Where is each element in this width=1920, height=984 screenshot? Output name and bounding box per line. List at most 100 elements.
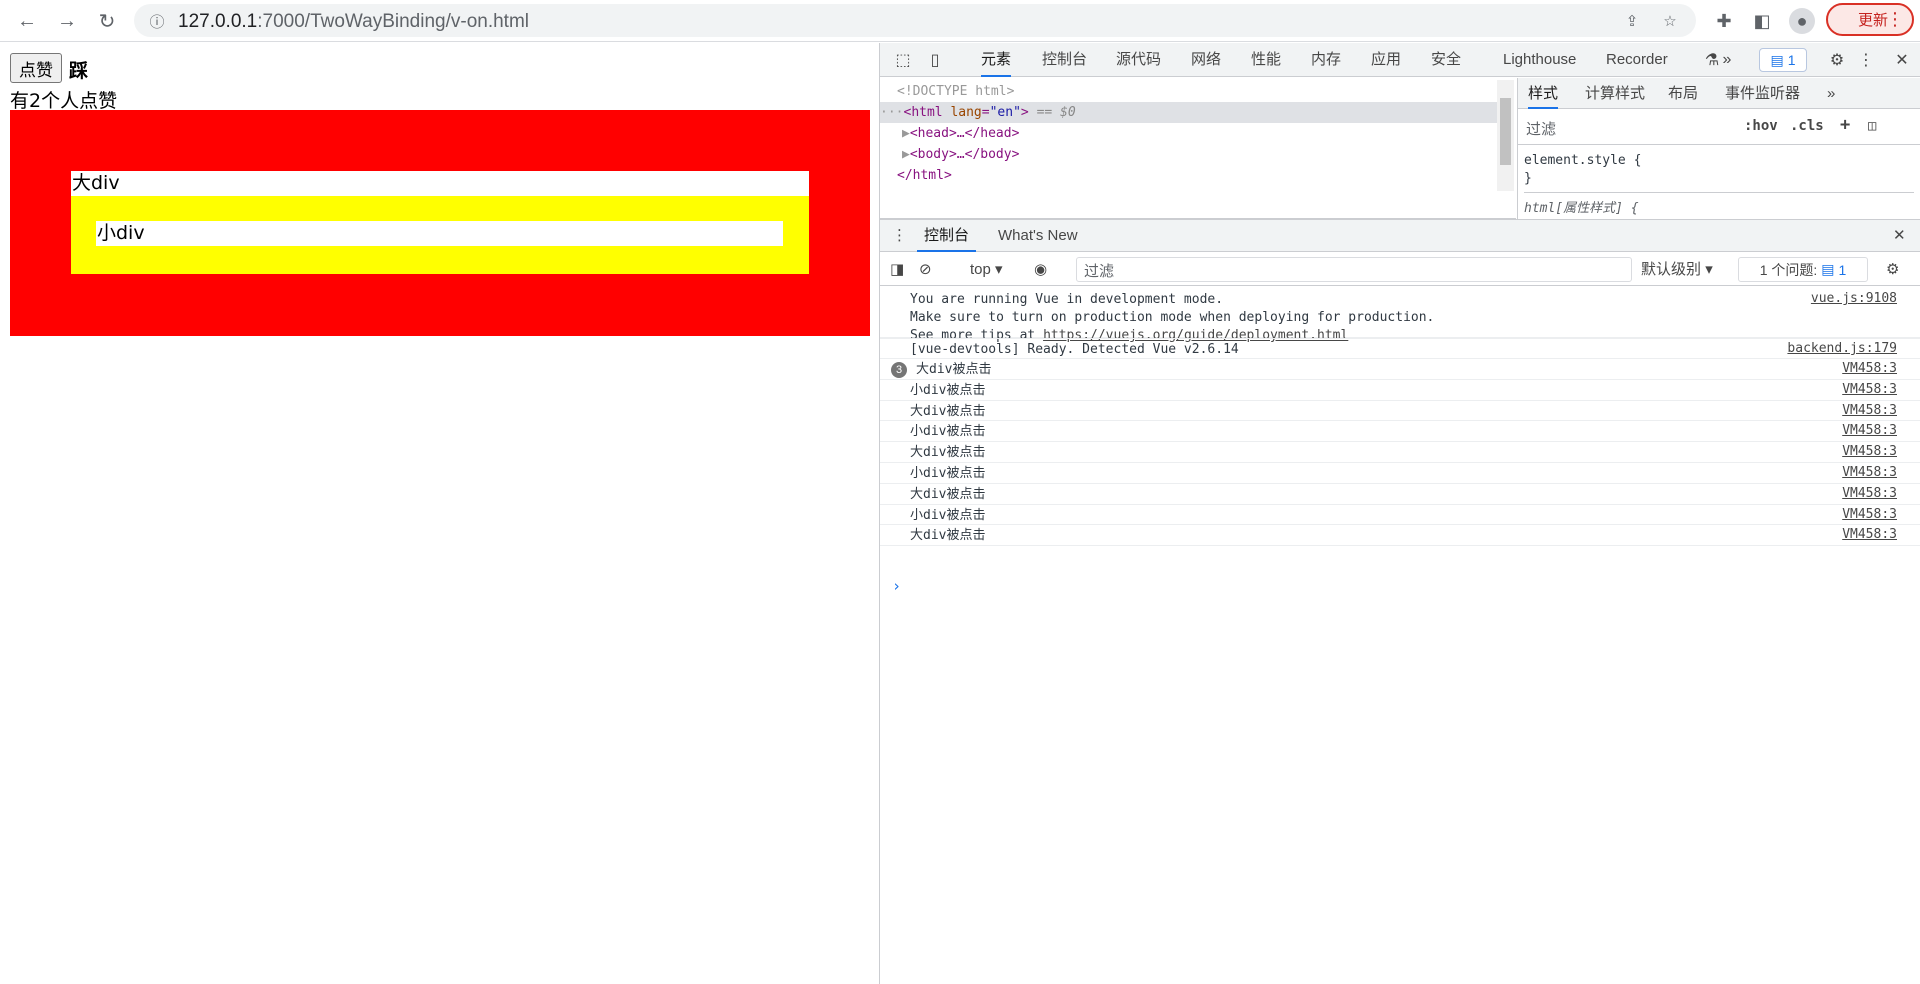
- message-icon: ▤: [1770, 51, 1784, 68]
- small-div[interactable]: 小div: [96, 221, 783, 246]
- tab-elements[interactable]: 元素: [981, 43, 1012, 77]
- node-ellipsis-icon[interactable]: ···: [880, 105, 903, 120]
- like-button[interactable]: 点赞: [10, 53, 62, 83]
- log-row[interactable]: 小div被点击 VM458:3: [880, 421, 1920, 443]
- more-menu-icon[interactable]: ⋮: [1886, 9, 1904, 29]
- info-icon[interactable]: ⓘ: [148, 12, 166, 31]
- url-text[interactable]: 127.0.0.1:7000/TwoWayBinding/v-on.html: [178, 11, 529, 33]
- expand-triangle-icon[interactable]: ▶: [902, 147, 910, 162]
- tab-layout[interactable]: 布局: [1668, 78, 1698, 109]
- profile-avatar-icon[interactable]: ●: [1789, 8, 1815, 34]
- inspect-element-icon[interactable]: ⬚: [892, 49, 914, 71]
- bookmark-star-icon[interactable]: ☆: [1661, 12, 1679, 30]
- log-row[interactable]: 大div被点击 VM458:3: [880, 442, 1920, 463]
- clear-console-icon[interactable]: ⊘: [919, 259, 932, 281]
- issues-label: 1 个问题:: [1759, 261, 1818, 278]
- devtools-menu-icon[interactable]: ⋮: [1855, 49, 1877, 71]
- log-row[interactable]: 3 大div被点击 VM458:3: [880, 359, 1920, 380]
- back-arrow-icon[interactable]: ←: [12, 6, 42, 36]
- tab-styles[interactable]: 样式: [1528, 78, 1559, 109]
- tab-performance[interactable]: 性能: [1251, 43, 1281, 77]
- extensions-icon[interactable]: ✚: [1711, 8, 1737, 34]
- console-message[interactable]: [vue-devtools] Ready. Detected Vue v2.6.…: [880, 338, 1920, 359]
- tab-security[interactable]: 安全: [1431, 43, 1461, 77]
- outer-red-div[interactable]: 大div 小div: [10, 110, 870, 336]
- head-node[interactable]: ▶<head>…</head>: [880, 123, 1500, 144]
- sidebar-toggle-icon[interactable]: ◨: [890, 259, 904, 281]
- log-row[interactable]: 大div被点击 VM458:3: [880, 401, 1920, 422]
- console-prompt-icon[interactable]: ›: [892, 577, 901, 595]
- log-row[interactable]: 小div被点击 VM458:3: [880, 505, 1920, 526]
- source-link[interactable]: VM458:3: [1842, 444, 1897, 459]
- side-panel-icon[interactable]: ◧: [1749, 8, 1775, 34]
- elements-scrollbar[interactable]: [1497, 80, 1514, 191]
- scrollbar-thumb[interactable]: [1500, 98, 1511, 165]
- dislike-label[interactable]: 踩: [69, 56, 88, 83]
- drawer-tab-console[interactable]: 控制台: [917, 220, 977, 252]
- console-settings-gear-icon[interactable]: ⚙: [1886, 259, 1899, 281]
- console-filter-input[interactable]: 过滤: [1076, 257, 1632, 282]
- log-row[interactable]: 小div被点击 VM458:3: [880, 380, 1920, 401]
- forward-arrow-icon[interactable]: →: [52, 6, 82, 36]
- tab-sources[interactable]: 源代码: [1116, 43, 1161, 77]
- source-link[interactable]: VM458:3: [1842, 382, 1897, 397]
- styles-filter[interactable]: 过滤 :hov .cls + ◫: [1518, 110, 1920, 145]
- tab-console[interactable]: 控制台: [1042, 43, 1087, 77]
- element-style-rule[interactable]: element.style {: [1524, 153, 1641, 168]
- source-link[interactable]: VM458:3: [1842, 465, 1897, 480]
- more-style-tabs-icon[interactable]: »: [1827, 78, 1835, 109]
- log-row[interactable]: 大div被点击 VM458:3: [880, 484, 1920, 505]
- html-node-selected[interactable]: ···<html lang="en"> == $0: [880, 102, 1500, 123]
- tab-event-listeners[interactable]: 事件监听器: [1725, 78, 1800, 109]
- issues-badge[interactable]: ▤ 1: [1759, 48, 1807, 72]
- reload-icon[interactable]: ↻: [92, 6, 122, 36]
- element-style-close: }: [1524, 171, 1532, 186]
- tab-lighthouse[interactable]: Lighthouse: [1503, 43, 1576, 77]
- big-div-label: 大div: [71, 171, 809, 196]
- settings-gear-icon[interactable]: ⚙: [1826, 49, 1848, 71]
- expand-triangle-icon[interactable]: ▶: [902, 126, 910, 141]
- device-toolbar-icon[interactable]: ▯: [924, 49, 946, 71]
- tab-application[interactable]: 应用: [1371, 43, 1401, 77]
- tab-network[interactable]: 网络: [1191, 43, 1221, 77]
- body-node[interactable]: ▶<body>…</body>: [880, 144, 1500, 165]
- share-icon[interactable]: ⇪: [1623, 12, 1641, 30]
- log-level-selector[interactable]: 默认级别 ▾: [1641, 259, 1713, 281]
- doctype-node[interactable]: <!DOCTYPE html>: [880, 81, 1500, 102]
- log-row[interactable]: 小div被点击 VM458:3: [880, 463, 1920, 484]
- issues-button[interactable]: 1 个问题: ▤ 1: [1738, 257, 1868, 282]
- source-link[interactable]: VM458:3: [1842, 403, 1897, 418]
- source-link[interactable]: vue.js:9108: [1811, 291, 1897, 306]
- source-link[interactable]: VM458:3: [1842, 486, 1897, 501]
- update-button[interactable]: 更新 ⋮: [1826, 3, 1914, 36]
- source-link[interactable]: backend.js:179: [1787, 341, 1897, 356]
- more-tabs-icon[interactable]: »: [1716, 49, 1738, 71]
- log-text: 小div被点击: [910, 507, 986, 523]
- context-selector[interactable]: top ▾: [970, 259, 1003, 281]
- address-bar[interactable]: ⓘ 127.0.0.1:7000/TwoWayBinding/v-on.html…: [134, 4, 1696, 37]
- attribute-style-rule[interactable]: html[属性样式] {: [1524, 192, 1914, 216]
- tab-memory[interactable]: 内存: [1311, 43, 1341, 77]
- drawer-menu-icon[interactable]: ⋮: [892, 220, 907, 252]
- tab-recorder[interactable]: Recorder: [1606, 43, 1668, 77]
- drawer-tab-whats-new[interactable]: What's New: [998, 220, 1078, 252]
- cls-toggle[interactable]: .cls: [1790, 118, 1824, 134]
- repeat-count-badge: 3: [891, 362, 907, 378]
- source-link[interactable]: VM458:3: [1842, 361, 1897, 376]
- log-text: 大div被点击: [910, 403, 986, 419]
- tab-computed[interactable]: 计算样式: [1585, 78, 1645, 109]
- hov-toggle[interactable]: :hov: [1744, 118, 1778, 134]
- log-row[interactable]: 大div被点击 VM458:3: [880, 525, 1920, 547]
- source-link[interactable]: VM458:3: [1842, 507, 1897, 522]
- close-devtools-icon[interactable]: ✕: [1891, 49, 1913, 71]
- toggle-sidebar-icon[interactable]: ◫: [1868, 118, 1876, 134]
- big-div[interactable]: 大div 小div: [71, 171, 809, 274]
- live-expression-eye-icon[interactable]: ◉: [1034, 259, 1047, 281]
- new-rule-icon[interactable]: +: [1840, 115, 1850, 135]
- console-message[interactable]: You are running Vue in development mode.…: [880, 287, 1920, 343]
- close-drawer-icon[interactable]: ✕: [1893, 220, 1906, 252]
- source-link[interactable]: VM458:3: [1842, 423, 1897, 438]
- source-link[interactable]: VM458:3: [1842, 527, 1897, 542]
- html-close-node[interactable]: </html>: [880, 165, 1500, 186]
- log-text: 大div被点击: [910, 528, 986, 544]
